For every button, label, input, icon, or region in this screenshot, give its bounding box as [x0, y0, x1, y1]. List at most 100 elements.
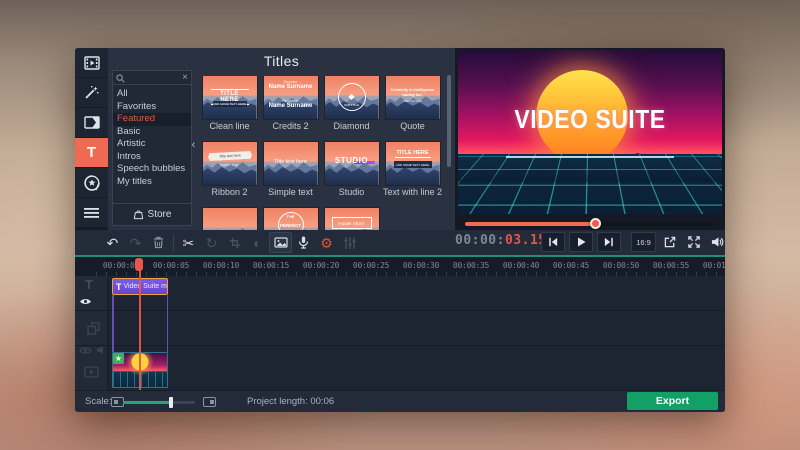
crop-button[interactable]	[223, 232, 246, 253]
title-template[interactable]	[199, 208, 260, 230]
category-list: AllFavoritesFeaturedBasicArtisticIntrosS…	[113, 88, 191, 188]
edit-toolbar: ↶ ↷ ✂ ↻ ◐ ⚙	[101, 231, 361, 254]
title-template-label: Diamond	[321, 122, 382, 132]
rotate-button[interactable]: ↻	[200, 232, 223, 253]
ruler-label: 00:00:55	[646, 257, 696, 276]
scale-slider-handle[interactable]	[169, 397, 173, 408]
next-frame-button[interactable]	[597, 232, 621, 252]
sidebar-item-stickers[interactable]	[75, 168, 108, 197]
redo-icon: ↷	[130, 236, 142, 250]
collapse-panel-button[interactable]: ‹	[189, 136, 198, 154]
timeline-ruler[interactable]: 00:00:0000:00:0500:00:1000:00:1500:00:20…	[75, 257, 725, 276]
film-play-icon	[84, 56, 100, 70]
category-item[interactable]: Artistic	[113, 138, 191, 151]
ruler-label: 00:00:10	[196, 257, 246, 276]
volume-button[interactable]	[707, 232, 725, 252]
record-voice-button[interactable]	[292, 232, 315, 253]
title-template[interactable]: Title text hereSUBTITLE Ribbon 2	[199, 142, 260, 208]
category-item[interactable]: My titles	[113, 176, 191, 189]
undo-icon: ↶	[107, 236, 119, 250]
search-icon	[116, 74, 125, 83]
sidebar-item-transitions[interactable]	[75, 108, 108, 137]
templates-scrollbar[interactable]	[447, 75, 451, 167]
sidebar-item-filters[interactable]	[75, 78, 108, 107]
store-button[interactable]: Store	[113, 203, 191, 225]
title-template[interactable]: THEPERFECT	[260, 208, 321, 230]
category-item[interactable]: Speech bubbles	[113, 163, 191, 176]
title-template[interactable]: TITLE HEREAND SOME TEXT HERE Text with l…	[382, 142, 443, 208]
prev-frame-icon	[548, 237, 558, 247]
category-item[interactable]: Basic	[113, 126, 191, 139]
retro-grid	[458, 154, 722, 214]
aspect-ratio-button[interactable]: 16:9	[631, 232, 656, 252]
next-frame-icon	[604, 237, 614, 247]
insert-image-button[interactable]	[269, 232, 292, 253]
fullscreen-icon	[688, 236, 700, 248]
seek-handle[interactable]	[590, 218, 601, 229]
title-template-thumbnail: Title text here	[264, 142, 318, 185]
sticker-star-icon	[84, 175, 100, 191]
undo-button[interactable]: ↶	[101, 232, 124, 253]
zoom-in-icon[interactable]	[203, 397, 216, 407]
play-button[interactable]	[569, 232, 593, 252]
category-item[interactable]: Featured	[113, 113, 191, 126]
audio-levels-button[interactable]	[338, 232, 361, 253]
category-item[interactable]: Favorites	[113, 101, 191, 114]
title-template-label: Ribbon 2	[199, 188, 260, 198]
title-template[interactable]: SUB TITLE Diamond	[321, 76, 382, 142]
title-template-label: Studio	[321, 188, 382, 198]
crop-icon	[229, 237, 241, 249]
previous-frame-button[interactable]	[541, 232, 565, 252]
pop-out-player-button[interactable]	[659, 232, 680, 252]
sidebar-item-titles[interactable]: T	[75, 138, 108, 167]
video-track-icon	[84, 366, 99, 378]
panel-title: Titles	[108, 53, 455, 69]
seek-bar[interactable]	[465, 222, 712, 226]
ruler-label: 00:00:20	[296, 257, 346, 276]
title-template[interactable]: Title text here Simple text	[260, 142, 321, 208]
redo-button[interactable]: ↷	[124, 232, 147, 253]
category-item[interactable]: Intros	[113, 151, 191, 164]
playhead-marker[interactable]	[135, 258, 143, 271]
title-template-thumbnail: TITLE HEREAND SOME TEXT HERE	[386, 142, 440, 185]
clip-settings-button[interactable]: ⚙	[315, 232, 338, 253]
title-track-icon: T	[85, 277, 93, 292]
category-item[interactable]: All	[113, 88, 191, 101]
export-button[interactable]: Export	[627, 392, 718, 410]
clear-search-icon[interactable]: ×	[182, 71, 188, 84]
color-adjust-button[interactable]: ◐	[246, 232, 269, 253]
title-template-label: Quote	[382, 122, 443, 132]
title-template-thumbnail	[203, 208, 257, 230]
title-template-label: Clean line	[199, 122, 260, 132]
sidebar-item-more-tools[interactable]	[75, 198, 108, 227]
cut-button[interactable]: ✂	[177, 232, 200, 253]
ruler-label: 00:00:05	[146, 257, 196, 276]
playhead-line	[139, 270, 141, 390]
ruler-label: 00:00:40	[496, 257, 546, 276]
sidebar-item-media[interactable]	[75, 48, 108, 77]
title-template[interactable]: YOUR TEXT	[321, 208, 382, 230]
delete-button[interactable]	[147, 232, 170, 253]
title-clip-icon: T	[116, 282, 122, 292]
title-template[interactable]: STUDIO Studio	[321, 142, 382, 208]
title-template[interactable]: Creativity is intelligencehaving fun.Alb…	[382, 76, 443, 142]
video-track-mute-icon[interactable]	[96, 345, 106, 355]
video-editor-window: T Titles × AllFavoritesFeaturedBasicArti…	[75, 48, 725, 412]
title-clip-label: Video Suite m	[124, 283, 167, 290]
ruler-label: 00:00:35	[446, 257, 496, 276]
title-template[interactable]: DirectorName SurnameProducerName Surname…	[260, 76, 321, 142]
category-panel: × AllFavoritesFeaturedBasicArtisticIntro…	[112, 70, 192, 226]
title-template-thumbnail: Title text hereSUBTITLE	[203, 142, 257, 185]
fullscreen-button[interactable]	[683, 232, 704, 252]
title-template-thumbnail: SUB TITLE	[325, 76, 379, 119]
timeline-scale-slider[interactable]	[123, 401, 195, 404]
video-track-visibility-icon[interactable]	[79, 346, 92, 355]
timeline-tracks: T T Video Suite m ★	[75, 276, 725, 390]
title-template[interactable]: TITLE HEREAND SOME TEXT HERE Clean line	[199, 76, 260, 142]
search-input[interactable]: ×	[113, 71, 191, 85]
magic-wand-icon	[84, 85, 99, 100]
title-track-visibility-icon[interactable]	[79, 297, 92, 306]
timecode: 00:00:03.150	[455, 233, 555, 248]
microphone-icon	[298, 236, 309, 249]
horizon-line	[506, 156, 675, 158]
